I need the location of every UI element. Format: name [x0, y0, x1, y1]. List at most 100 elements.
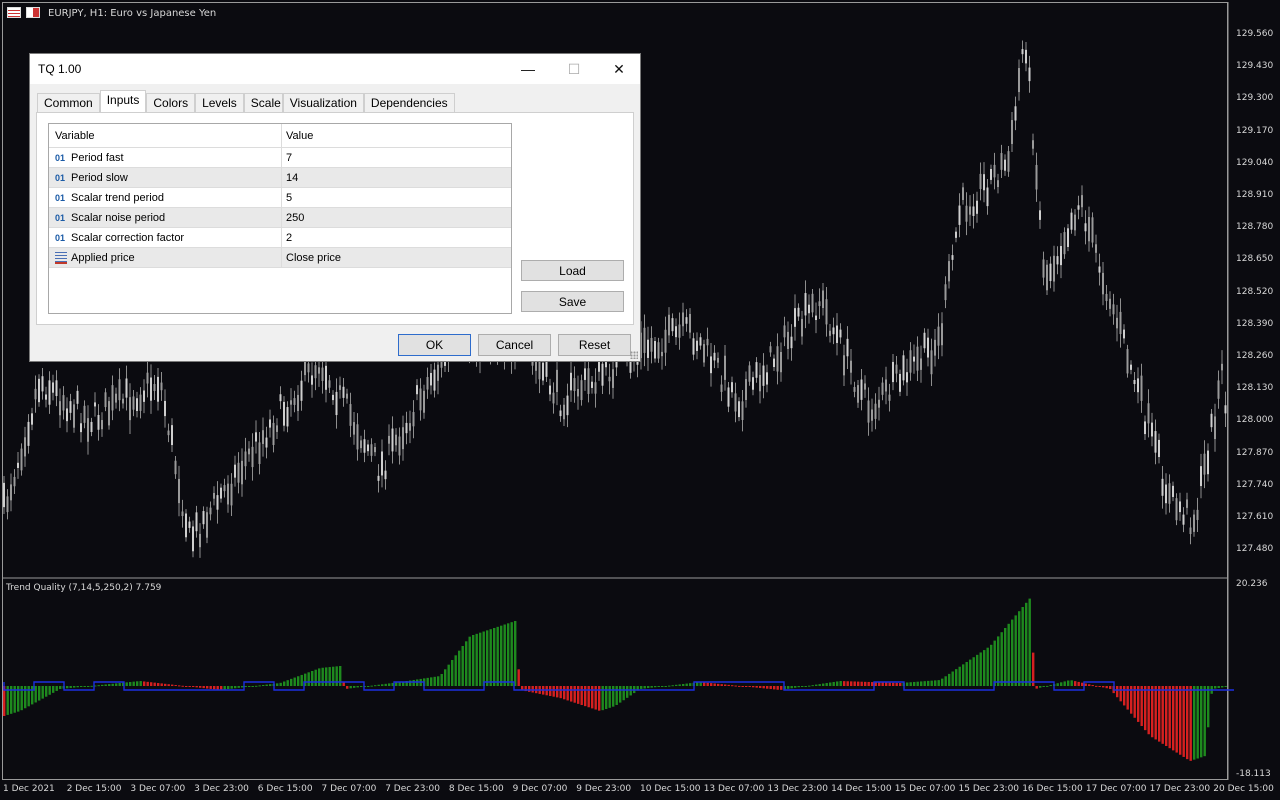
candle-body	[346, 393, 348, 399]
indicator-bar	[430, 677, 433, 686]
indicator-bar	[563, 686, 566, 700]
input-row-period-fast[interactable]: 01 Period fast 7	[49, 148, 511, 168]
input-value[interactable]: 5	[281, 188, 509, 207]
indicator-bar	[1098, 686, 1101, 687]
dialog-titlebar[interactable]: TQ 1.00 — ☐ ✕	[30, 54, 640, 84]
candle-body	[696, 340, 698, 351]
input-value[interactable]: 14	[281, 168, 509, 187]
input-name: Scalar correction factor	[71, 231, 185, 244]
tab-common[interactable]: Common	[37, 93, 100, 113]
candle-body	[111, 385, 114, 411]
indicator-bar	[839, 681, 842, 686]
tab-colors[interactable]: Colors	[146, 93, 196, 113]
input-row-applied-price[interactable]: Applied price Close price	[49, 248, 511, 268]
candle-body	[199, 533, 201, 548]
indicator-bar	[258, 685, 261, 687]
indicator-bar	[237, 686, 240, 688]
tab-dependencies[interactable]: Dependencies	[363, 93, 455, 113]
input-row-scalar-correction-factor[interactable]: 01 Scalar correction factor 2	[49, 228, 511, 248]
indicator-bar	[1035, 686, 1038, 689]
candle-body	[874, 403, 877, 419]
applied-price-select[interactable]: Close price	[281, 248, 509, 267]
candle-body	[853, 387, 856, 392]
indicator-bar	[549, 686, 552, 696]
indicator-bar	[293, 677, 296, 686]
candle-body	[164, 400, 166, 417]
indicator-bar	[500, 625, 503, 686]
save-button[interactable]: Save	[521, 291, 624, 312]
candle-body	[293, 398, 296, 405]
indicator-bar	[657, 686, 660, 687]
candle-body	[195, 512, 198, 532]
indicator-bar	[286, 680, 289, 686]
input-value[interactable]: 250	[281, 208, 509, 227]
ok-button[interactable]: OK	[398, 334, 471, 356]
candle-body	[276, 425, 278, 432]
candle-body	[1207, 450, 1209, 475]
candle-body	[104, 392, 107, 408]
close-button[interactable]: ✕	[596, 54, 642, 84]
candle-body	[951, 255, 954, 260]
resize-grip[interactable]	[630, 351, 638, 359]
input-row-period-slow[interactable]: 01 Period slow 14	[49, 168, 511, 188]
indicator-bar	[461, 646, 464, 686]
input-name-cell: 01 Scalar noise period	[55, 208, 279, 227]
indicator-bar	[1151, 686, 1154, 738]
candle-body	[888, 394, 891, 401]
indicator-bar	[1007, 623, 1010, 686]
candle-body	[909, 350, 912, 373]
indicator-bar	[230, 686, 233, 689]
candle-body	[738, 401, 740, 418]
indicator-bar	[55, 686, 58, 691]
indicator-bar	[668, 685, 671, 687]
candle-body	[1070, 212, 1073, 230]
indicator-bar	[1175, 686, 1178, 753]
price-tick-label: 128.780	[1236, 222, 1274, 233]
indicator-bar	[647, 686, 650, 689]
tab-visualization[interactable]: Visualization	[282, 93, 364, 113]
candle-body	[748, 365, 751, 382]
reset-button[interactable]: Reset	[558, 334, 631, 356]
indicator-bar	[696, 682, 699, 686]
indicator-bar	[584, 686, 587, 707]
indicator-bar	[577, 686, 580, 704]
input-row-scalar-noise-period[interactable]: 01 Scalar noise period 250	[49, 208, 511, 228]
candle-body	[367, 444, 369, 452]
candle-body	[885, 379, 887, 392]
candle-body	[1126, 349, 1129, 374]
candle-body	[1189, 527, 1192, 535]
tab-levels[interactable]: Levels	[195, 93, 244, 113]
candle-body	[657, 342, 660, 359]
indicator-bar	[1039, 686, 1042, 688]
input-row-scalar-trend-period[interactable]: 01 Scalar trend period 5	[49, 188, 511, 208]
input-name: Period fast	[71, 151, 124, 164]
time-tick-label: 13 Dec 07:00	[703, 784, 765, 794]
tab-inputs[interactable]: Inputs	[99, 90, 147, 113]
indicator-bar	[944, 676, 947, 686]
indicator-bar	[244, 686, 247, 688]
value-column-header[interactable]: Value	[281, 124, 509, 147]
list-icon	[7, 7, 21, 18]
tab-scale[interactable]: Scale	[243, 93, 283, 113]
indicator-bar	[1084, 683, 1087, 686]
indicator-bar	[881, 682, 884, 686]
maximize-button[interactable]: ☐	[551, 54, 597, 84]
input-value[interactable]: 7	[281, 148, 509, 167]
candle-body	[1025, 49, 1027, 64]
candle-body	[178, 478, 180, 504]
indicator-bar	[41, 686, 44, 699]
candle-body	[934, 339, 936, 356]
minimize-button[interactable]: —	[505, 54, 551, 84]
indicator-bar	[279, 682, 282, 686]
load-button[interactable]: Load	[521, 260, 624, 281]
indicator-bar	[167, 684, 170, 686]
candle-body	[580, 380, 583, 401]
candle-body	[31, 413, 33, 425]
candle-body	[965, 205, 968, 222]
time-tick-label: 3 Dec 07:00	[130, 784, 186, 794]
variable-column-header[interactable]: Variable	[55, 124, 279, 147]
cancel-button[interactable]: Cancel	[478, 334, 551, 356]
indicator-bar	[465, 641, 468, 686]
input-value[interactable]: 2	[281, 228, 509, 247]
candle-body	[843, 355, 845, 376]
